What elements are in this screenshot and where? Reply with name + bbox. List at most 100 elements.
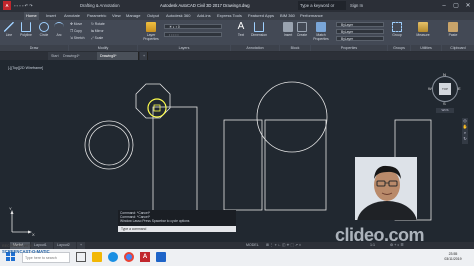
- selection-marker: [147, 98, 167, 118]
- edge-browser-icon[interactable]: [108, 252, 118, 262]
- mirror-tool[interactable]: ⇋ Mirror: [91, 29, 109, 33]
- tab-annotate[interactable]: Annotate: [62, 12, 82, 20]
- match-properties-tool[interactable]: Match Properties: [311, 22, 331, 41]
- viewport-controls[interactable]: [-][Top][2D Wireframe]: [8, 66, 43, 70]
- maximize-icon[interactable]: ▢: [450, 0, 462, 12]
- snap-marker: [153, 104, 161, 112]
- group-tool[interactable]: Group: [390, 22, 404, 37]
- tab-home[interactable]: Home: [24, 12, 39, 20]
- line-tool[interactable]: Line: [3, 22, 15, 37]
- dimension-tool[interactable]: Dimension: [249, 22, 269, 37]
- minimize-icon[interactable]: –: [438, 0, 450, 12]
- tab-output[interactable]: Output: [145, 12, 161, 20]
- ribbon-tab-bar: Home Insert Annotate Parametric View Man…: [0, 12, 474, 20]
- linetype-dropdown[interactable]: ByLayer: [336, 29, 384, 34]
- viewcube[interactable]: TOP N S E W: [428, 72, 461, 106]
- create-block-label: Create: [296, 33, 308, 37]
- arc-tool-label: Arc: [56, 33, 62, 37]
- rectangle-2[interactable]: [223, 119, 263, 211]
- match-properties-icon: [316, 22, 326, 32]
- tab-manage[interactable]: Manage: [124, 12, 142, 20]
- workspace-selector[interactable]: Drafting & Annotation: [80, 1, 140, 10]
- text-icon: A: [237, 21, 245, 32]
- new-tab-plus-icon[interactable]: +: [140, 52, 148, 60]
- text-tool[interactable]: A Text: [235, 21, 247, 38]
- arc-tool[interactable]: Arc: [53, 22, 65, 37]
- dimension-tool-label: Dimension: [250, 33, 268, 37]
- color-dropdown[interactable]: ByLayer: [336, 22, 384, 27]
- panel-groups-label[interactable]: Groups: [388, 45, 410, 51]
- compass-east[interactable]: E: [458, 86, 461, 91]
- wcs-menu[interactable]: WCS: [436, 108, 454, 113]
- text-tool-label: Text: [237, 33, 245, 37]
- measure-tool[interactable]: Measure: [414, 22, 432, 37]
- compass-south[interactable]: S: [443, 101, 446, 106]
- help-search-input[interactable]: Type a keyword or phrase: [298, 1, 346, 17]
- copy-tool[interactable]: ❐ Copy: [70, 29, 86, 33]
- panel-modify-label[interactable]: Modify: [69, 45, 137, 51]
- dimension-icon: [254, 22, 264, 32]
- layer-properties-label: Layer Properties: [143, 33, 159, 41]
- panel-block-label[interactable]: Block: [280, 45, 310, 51]
- rotate-tool[interactable]: ↻ Rotate: [91, 22, 109, 26]
- stretch-tool-label: Stretch: [73, 36, 85, 40]
- lineweight-dropdown[interactable]: ByLayer: [336, 36, 384, 41]
- orbit-icon[interactable]: ↻: [462, 136, 468, 142]
- word-icon[interactable]: [156, 252, 166, 262]
- tab-parametric[interactable]: Parametric: [85, 12, 108, 20]
- command-input[interactable]: Type a command: [118, 226, 236, 232]
- panel-properties-label[interactable]: Properties: [311, 45, 387, 51]
- doc-tab-drawing5[interactable]: Drawing5*: [97, 52, 139, 60]
- layer-tools-row[interactable]: ▫ ▫ ▫ ▫ ▫: [164, 32, 222, 37]
- model-space-button[interactable]: MODEL: [246, 242, 259, 249]
- app-menu-button[interactable]: A: [3, 1, 11, 10]
- tab-insert[interactable]: Insert: [44, 12, 58, 20]
- svg-text:Y: Y: [9, 206, 12, 211]
- panel-utilities-label[interactable]: Utilities: [411, 45, 441, 51]
- circle-inner[interactable]: [88, 124, 130, 166]
- paste-tool[interactable]: Paste: [446, 22, 460, 37]
- rectangle-1[interactable]: [152, 106, 198, 216]
- polyline-tool[interactable]: Polyline: [18, 22, 34, 37]
- sign-in-link[interactable]: Sign In: [350, 1, 370, 10]
- ribbon: Line Polyline Circle Arc ✥ Move ❐ Copy ⇲…: [0, 20, 474, 52]
- autocad-taskbar-icon[interactable]: A: [140, 252, 150, 262]
- compass-north[interactable]: N: [443, 72, 446, 77]
- taskbar-clock[interactable]: 23:55 03/11/2019: [436, 250, 470, 265]
- tab-performance[interactable]: Performance: [298, 12, 325, 20]
- panel-layers-label[interactable]: Layers: [138, 45, 230, 51]
- scale-tool[interactable]: ⤢ Scale: [91, 36, 109, 40]
- insert-block-tool[interactable]: Insert: [282, 22, 294, 37]
- panel-annotation-label[interactable]: Annotation: [231, 45, 279, 51]
- tab-add-ins[interactable]: Add-ins: [195, 12, 213, 20]
- group-tool-label: Group: [392, 33, 402, 37]
- navigation-bar[interactable]: ◎ ✋ ⌕ ↻: [462, 118, 468, 144]
- panel-clipboard-label[interactable]: Clipboard: [442, 45, 474, 51]
- status-toggles[interactable]: ⊞ ⋮ ⌖ ∟ ◫ ✳ ⬚ ↗ ⌗: [266, 242, 301, 249]
- doc-tab-drawing4[interactable]: Drawing4*: [60, 52, 100, 60]
- tab-view[interactable]: View: [110, 12, 123, 20]
- recorder-line2: SCREENCAST-O-MATIC: [2, 249, 50, 254]
- stretch-tool[interactable]: ⇲ Stretch: [70, 36, 88, 40]
- layer-dropdown[interactable]: ☀ ◐ ▪ 0: [164, 24, 222, 29]
- file-explorer-icon[interactable]: [92, 252, 102, 262]
- viewcube-face-top[interactable]: TOP: [439, 83, 451, 95]
- compass-west[interactable]: W: [428, 86, 432, 91]
- move-tool[interactable]: ✥ Move: [70, 22, 86, 26]
- tab-express-tools[interactable]: Express Tools: [215, 12, 244, 20]
- quick-access-toolbar[interactable]: ▫ ▫ ▫ ▫ ↶ ↷: [14, 1, 74, 10]
- create-block-tool[interactable]: Create: [296, 22, 308, 37]
- panel-draw-label[interactable]: Draw: [0, 45, 68, 51]
- tab-bim-360[interactable]: BIM 360: [278, 12, 297, 20]
- tab-autodesk-360[interactable]: Autodesk 360: [164, 12, 192, 20]
- rectangle-3[interactable]: [264, 119, 327, 211]
- chrome-icon[interactable]: [124, 252, 134, 262]
- measure-icon: [418, 22, 428, 32]
- add-layout-plus-icon[interactable]: +: [77, 242, 85, 249]
- tab-featured-apps[interactable]: Featured Apps: [246, 12, 276, 20]
- circle-outer[interactable]: [84, 120, 134, 170]
- layer-properties-button[interactable]: Layer Properties: [140, 22, 162, 41]
- circle-tool[interactable]: Circle: [38, 22, 50, 37]
- close-icon[interactable]: ✕: [462, 0, 474, 12]
- large-circle[interactable]: [256, 81, 328, 153]
